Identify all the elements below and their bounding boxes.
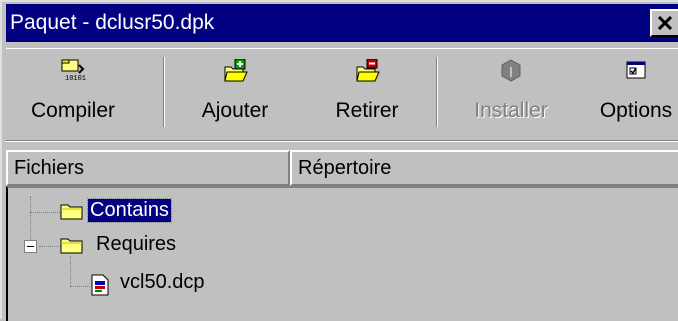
column-header-files-label: Fichiers [14, 157, 85, 179]
compile-icon: 10101 [61, 59, 86, 83]
tree-item-label: vcl50.dcp [120, 271, 205, 293]
remove-button[interactable]: Retirer [324, 55, 410, 135]
options-button[interactable]: Options [590, 55, 678, 135]
toolbar-divider [6, 140, 678, 142]
folder-icon [60, 238, 83, 254]
install-button[interactable]: Installer [464, 55, 558, 135]
column-header-directory[interactable]: Répertoire [290, 150, 678, 186]
options-label: Options [599, 99, 673, 122]
tree-item-label: Contains [87, 198, 172, 223]
folder-icon [60, 204, 83, 220]
close-icon [658, 16, 672, 30]
column-header-files[interactable]: Fichiers [6, 150, 290, 186]
compile-label: Compiler [30, 99, 116, 122]
package-file-icon [91, 274, 109, 296]
collapse-toggle[interactable] [24, 240, 37, 253]
tree-item-requires[interactable]: Requires [60, 232, 220, 262]
package-window: Paquet - dclusr50.dpk 10101 Compiler Ajo… [0, 0, 678, 321]
svg-text:10101: 10101 [65, 75, 86, 83]
tree-item-label: Requires [96, 233, 177, 255]
options-icon [626, 61, 646, 79]
install-icon [501, 59, 521, 82]
window-title: Paquet - dclusr50.dpk [10, 11, 215, 34]
toolbar-separator [436, 57, 438, 127]
tree-item-contains[interactable]: Contains [60, 198, 220, 228]
title-bar[interactable]: Paquet - dclusr50.dpk [6, 4, 678, 42]
file-tree: Contains Requires vcl50.dcp [6, 186, 678, 321]
column-header: Fichiers Répertoire [6, 150, 678, 186]
remove-label: Retirer [335, 99, 399, 122]
tree-line [30, 212, 62, 213]
tree-line [70, 286, 90, 287]
remove-icon [356, 59, 380, 82]
compile-button[interactable]: 10101 Compiler [20, 55, 126, 135]
install-label: Installer [474, 99, 548, 122]
toolbar: 10101 Compiler Ajouter Retirer Installer… [6, 48, 678, 140]
add-button[interactable]: Ajouter [188, 55, 282, 135]
tree-item-vcl50[interactable]: vcl50.dcp [90, 270, 250, 300]
add-icon [224, 59, 248, 82]
close-button[interactable] [650, 9, 678, 37]
tree-line [39, 246, 61, 247]
add-label: Ajouter [201, 99, 269, 122]
toolbar-separator [163, 57, 165, 127]
column-header-directory-label: Répertoire [298, 157, 392, 179]
